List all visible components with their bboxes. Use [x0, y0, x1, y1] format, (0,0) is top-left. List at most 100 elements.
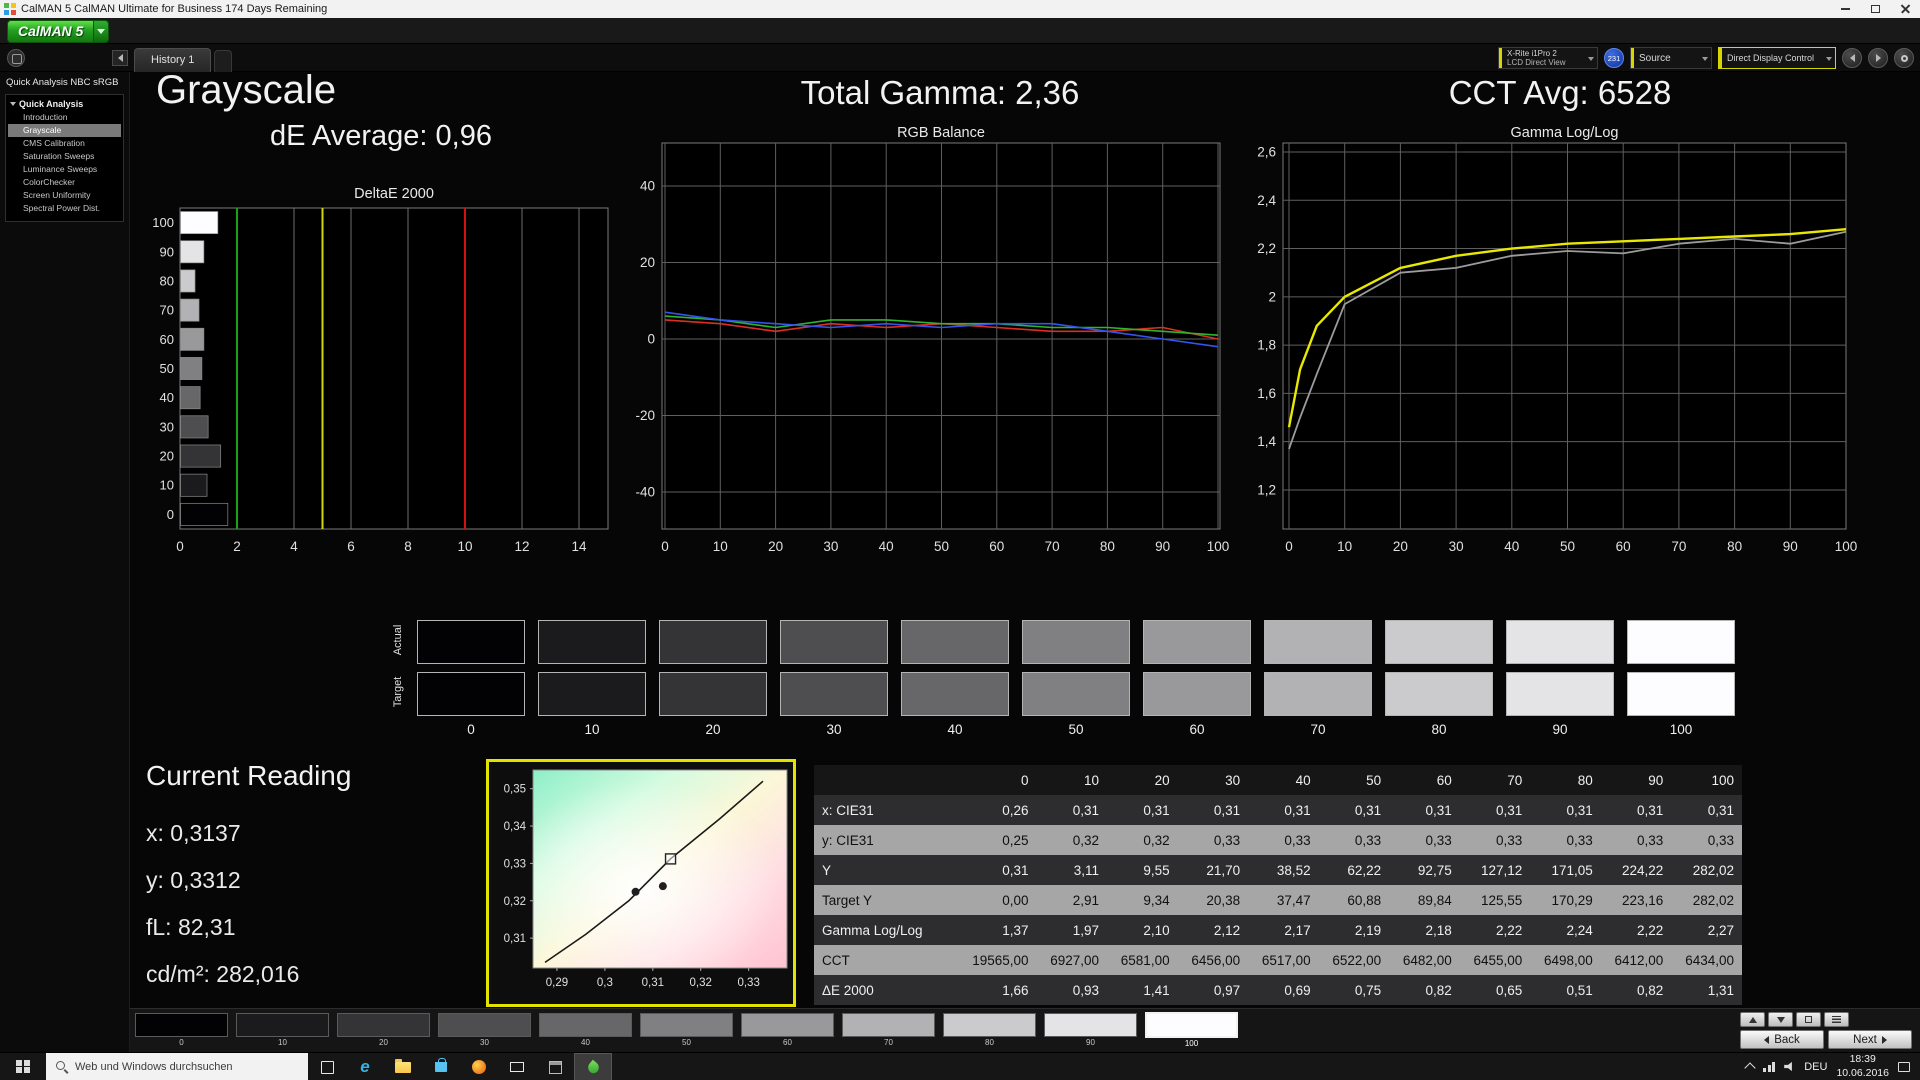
- action-center-icon[interactable]: [1898, 1062, 1910, 1072]
- cie-chart: 0,290,30,310,320,330,350,340,330,320,31: [489, 762, 793, 1004]
- svg-text:20: 20: [1393, 539, 1408, 554]
- taskbar-icon-store[interactable]: [422, 1053, 460, 1080]
- svg-text:1,6: 1,6: [1257, 386, 1276, 401]
- taskbar-icon-edge[interactable]: [346, 1053, 384, 1080]
- taskbar-icon-folder[interactable]: [384, 1053, 422, 1080]
- sidebar-item-colorchecker[interactable]: ColorChecker: [8, 176, 121, 189]
- taskbar-icon-mail[interactable]: [498, 1053, 536, 1080]
- pattern-swatch-60[interactable]: 60: [741, 1013, 834, 1048]
- pattern-swatch-80[interactable]: 80: [943, 1013, 1036, 1048]
- row-label: y: CIE31: [814, 825, 966, 855]
- pattern-window-button[interactable]: [1796, 1012, 1821, 1027]
- svg-text:0,31: 0,31: [504, 933, 526, 945]
- network-icon[interactable]: [1763, 1062, 1775, 1072]
- swatch-level-label: 20: [659, 722, 767, 737]
- maximize-button[interactable]: [1860, 0, 1890, 18]
- display-control-selector[interactable]: Direct Display Control: [1718, 47, 1836, 69]
- cie-chart-panel[interactable]: 0,290,30,310,320,330,350,340,330,320,31: [486, 759, 796, 1007]
- pattern-swatch-20[interactable]: 20: [337, 1013, 430, 1048]
- taskbar-icon-window[interactable]: [536, 1053, 574, 1080]
- sidebar-item-cms-calibration[interactable]: CMS Calibration: [8, 137, 121, 150]
- pattern-swatch-color: [135, 1013, 228, 1037]
- current-reading-cdm2: cd/m²: 282,016: [146, 961, 299, 988]
- svg-text:1,4: 1,4: [1257, 434, 1276, 449]
- close-button[interactable]: [1890, 0, 1920, 18]
- cell-value: 0,82: [1601, 975, 1672, 1005]
- meter-mode: LCD Direct View: [1507, 58, 1583, 67]
- svg-text:0,33: 0,33: [737, 977, 759, 989]
- pattern-small-buttons: [1740, 1012, 1849, 1027]
- svg-text:6: 6: [347, 539, 355, 554]
- sidebar-item-spectral-power-dist[interactable]: Spectral Power Dist.: [8, 202, 121, 215]
- pattern-swatch-100[interactable]: 100: [1145, 1013, 1238, 1048]
- svg-text:0,31: 0,31: [642, 977, 664, 989]
- svg-text:12: 12: [514, 539, 529, 554]
- target-swatch-30: [780, 672, 888, 716]
- sidebar-item-saturation-sweeps[interactable]: Saturation Sweeps: [8, 150, 121, 163]
- source-selector[interactable]: Source: [1630, 47, 1712, 69]
- sidebar-item-introduction[interactable]: Introduction: [8, 111, 121, 124]
- sidebar-collapse-button[interactable]: [112, 50, 128, 66]
- taskbar-icon-task-view[interactable]: [308, 1053, 346, 1080]
- arrow-right-icon: [1876, 54, 1881, 62]
- pattern-up-button[interactable]: [1740, 1012, 1765, 1027]
- pattern-down-button[interactable]: [1768, 1012, 1793, 1027]
- svg-text:10: 10: [160, 478, 174, 493]
- history-forward-button[interactable]: [1868, 48, 1888, 68]
- svg-text:40: 40: [640, 179, 655, 194]
- tray-expand-icon[interactable]: [1745, 1062, 1756, 1073]
- pattern-swatch-30[interactable]: 30: [438, 1013, 531, 1048]
- next-label: Next: [1853, 1034, 1877, 1046]
- target-swatch-50: [1022, 672, 1130, 716]
- pattern-swatch-color: [943, 1013, 1036, 1037]
- minimize-icon: [1841, 8, 1850, 10]
- taskbar-search[interactable]: Web und Windows durchsuchen: [46, 1053, 308, 1080]
- cell-value: 38,52: [1248, 855, 1319, 885]
- pattern-swatch-50[interactable]: 50: [640, 1013, 733, 1048]
- svg-text:100: 100: [152, 215, 174, 230]
- cell-value: 6522,00: [1319, 945, 1390, 975]
- pattern-swatch-label: 30: [438, 1038, 531, 1047]
- edge-icon: [360, 1057, 369, 1077]
- back-button[interactable]: Back: [1740, 1030, 1824, 1049]
- pattern-swatch-0[interactable]: 0: [135, 1013, 228, 1048]
- minimize-button[interactable]: [1830, 0, 1860, 18]
- target-swatch-60: [1143, 672, 1251, 716]
- history-back-button[interactable]: [1842, 48, 1862, 68]
- chevron-down-icon: [1702, 57, 1708, 61]
- target-swatch-100: [1627, 672, 1735, 716]
- sidebar-item-grayscale[interactable]: Grayscale: [8, 124, 121, 137]
- svg-text:60: 60: [989, 539, 1004, 554]
- calman-logo-menu[interactable]: CalMAN 5: [7, 20, 109, 43]
- taskbar-spacer: [612, 1053, 1746, 1080]
- svg-text:10: 10: [1337, 539, 1352, 554]
- pattern-swatch-70[interactable]: 70: [842, 1013, 935, 1048]
- svg-text:0,32: 0,32: [690, 977, 712, 989]
- next-button[interactable]: Next: [1828, 1030, 1912, 1049]
- taskbar-clock[interactable]: 18:39 10.06.2016: [1836, 1053, 1889, 1079]
- taskbar-icon-firefox[interactable]: [460, 1053, 498, 1080]
- pattern-swatch-90[interactable]: 90: [1044, 1013, 1137, 1048]
- pattern-swatch-40[interactable]: 40: [539, 1013, 632, 1048]
- keyboard-language[interactable]: DEU: [1804, 1061, 1827, 1073]
- svg-text:2,4: 2,4: [1257, 193, 1276, 208]
- volume-icon[interactable]: [1784, 1061, 1795, 1072]
- search-placeholder: Web und Windows durchsuchen: [75, 1061, 233, 1073]
- start-button[interactable]: [0, 1053, 46, 1080]
- app-menu-button[interactable]: [7, 49, 25, 67]
- svg-text:40: 40: [160, 390, 174, 405]
- svg-text:2,2: 2,2: [1257, 241, 1276, 256]
- cell-value: 0,93: [1037, 975, 1108, 1005]
- sidebar-item-quick-analysis[interactable]: Quick Analysis: [8, 98, 121, 111]
- settings-button[interactable]: [1894, 48, 1914, 68]
- pattern-swatch-10[interactable]: 10: [236, 1013, 329, 1048]
- chevron-down-icon: [94, 20, 109, 43]
- cell-value: 0,33: [1601, 825, 1672, 855]
- taskbar-icon-calman[interactable]: [574, 1053, 612, 1080]
- meter-selector[interactable]: X-Rite i1Pro 2 LCD Direct View: [1498, 47, 1598, 69]
- pattern-options-button[interactable]: [1824, 1012, 1849, 1027]
- sidebar-item-luminance-sweeps[interactable]: Luminance Sweeps: [8, 163, 121, 176]
- pattern-swatch-color: [539, 1013, 632, 1037]
- sidebar-item-screen-uniformity[interactable]: Screen Uniformity: [8, 189, 121, 202]
- cell-value: 19565,00: [966, 945, 1037, 975]
